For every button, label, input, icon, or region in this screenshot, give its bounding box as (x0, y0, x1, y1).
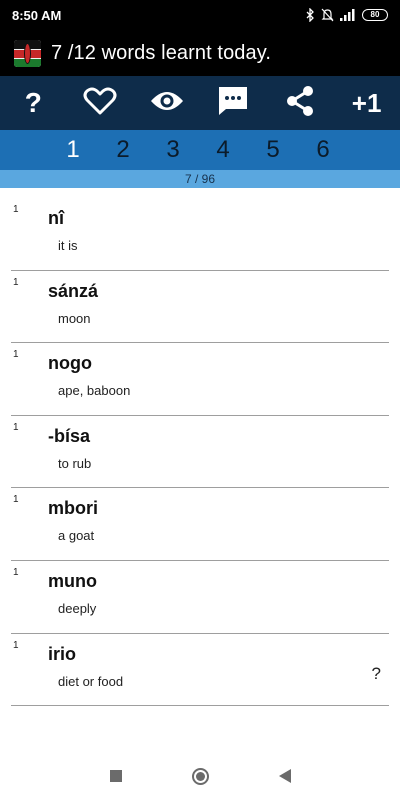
question-button[interactable]: ? (372, 664, 381, 684)
status-time: 8:50 AM (12, 7, 62, 23)
status-icons: 80 (306, 8, 388, 22)
word-term: irio (48, 643, 77, 664)
action-toolbar: ? +1 (0, 76, 400, 130)
app-header: 7 /12 words learnt today. (0, 30, 400, 76)
word-meaning: to rub (58, 455, 92, 471)
list-item[interactable]: 1 -bísa to rub (11, 416, 389, 489)
list-item[interactable]: 1 irio diet or food ? (11, 634, 389, 707)
list-item[interactable]: 1 mbori a goat (11, 488, 389, 561)
word-rank: 1 (13, 566, 19, 578)
kenya-flag-icon (14, 39, 41, 67)
plus-one-button[interactable]: +1 (341, 79, 393, 127)
help-button[interactable]: ? (7, 79, 59, 127)
word-rank: 1 (13, 421, 19, 433)
word-rank: 1 (13, 494, 19, 506)
progress-text: 7 / 96 (184, 172, 216, 186)
word-rank: 1 (13, 204, 19, 215)
system-nav-bar (0, 752, 400, 800)
bluetooth-icon (306, 8, 315, 22)
recents-button[interactable] (109, 770, 122, 782)
plus-one-label: +1 (351, 87, 382, 118)
home-button[interactable] (191, 767, 209, 785)
list-item[interactable]: 1 nogo ape, baboon (11, 343, 389, 416)
word-meaning: diet or food (58, 673, 124, 689)
level-tabs: 1 2 3 4 5 6 (0, 130, 400, 170)
word-term: -bísa (48, 425, 91, 446)
tab-4[interactable]: 4 (198, 136, 248, 164)
word-meaning: a goat (58, 528, 95, 544)
tab-1[interactable]: 1 (48, 136, 98, 164)
word-meaning: deeply (58, 600, 97, 616)
share-button[interactable] (274, 79, 326, 127)
word-meaning: moon (58, 310, 91, 326)
tab-5[interactable]: 5 (248, 136, 298, 164)
tab-2[interactable]: 2 (98, 136, 148, 164)
comment-button[interactable] (207, 79, 259, 127)
mute-icon (321, 8, 334, 22)
list-item[interactable]: 1 sánzá moon (11, 271, 389, 344)
favorite-button[interactable] (74, 79, 126, 127)
word-rank: 1 (13, 349, 19, 361)
word-rank: 1 (13, 639, 19, 651)
tab-6[interactable]: 6 (298, 136, 348, 164)
app-title: 7 /12 words learnt today. (51, 41, 272, 64)
word-term: nî (48, 208, 64, 228)
word-term: sánzá (48, 280, 99, 301)
list-item[interactable]: 1 nî it is (11, 198, 389, 271)
word-meaning: ape, baboon (58, 383, 131, 399)
word-list: 1 nî it is 1 sánzá moon 1 nogo ape, babo… (0, 198, 400, 707)
help-label: ? (24, 87, 42, 118)
show-button[interactable] (141, 79, 193, 127)
eye-icon (149, 89, 185, 118)
progress-bar: 7 / 96 (0, 170, 400, 188)
word-term: nogo (48, 353, 92, 374)
signal-icon (340, 9, 356, 21)
share-icon (284, 85, 316, 122)
chat-icon (216, 85, 250, 122)
word-rank: 1 (13, 276, 19, 288)
word-term: muno (48, 570, 97, 591)
status-bar: 8:50 AM 80 (0, 0, 400, 30)
battery-icon: 80 (362, 9, 388, 21)
heart-icon (83, 86, 117, 121)
list-item[interactable]: 1 muno deeply (11, 561, 389, 634)
back-button[interactable] (278, 769, 291, 783)
word-term: mbori (48, 498, 99, 519)
tab-3[interactable]: 3 (148, 136, 198, 164)
app-screen: 8:50 AM 80 7 /12 words learnt today. ? +… (0, 0, 400, 800)
word-meaning: it is (58, 238, 78, 253)
